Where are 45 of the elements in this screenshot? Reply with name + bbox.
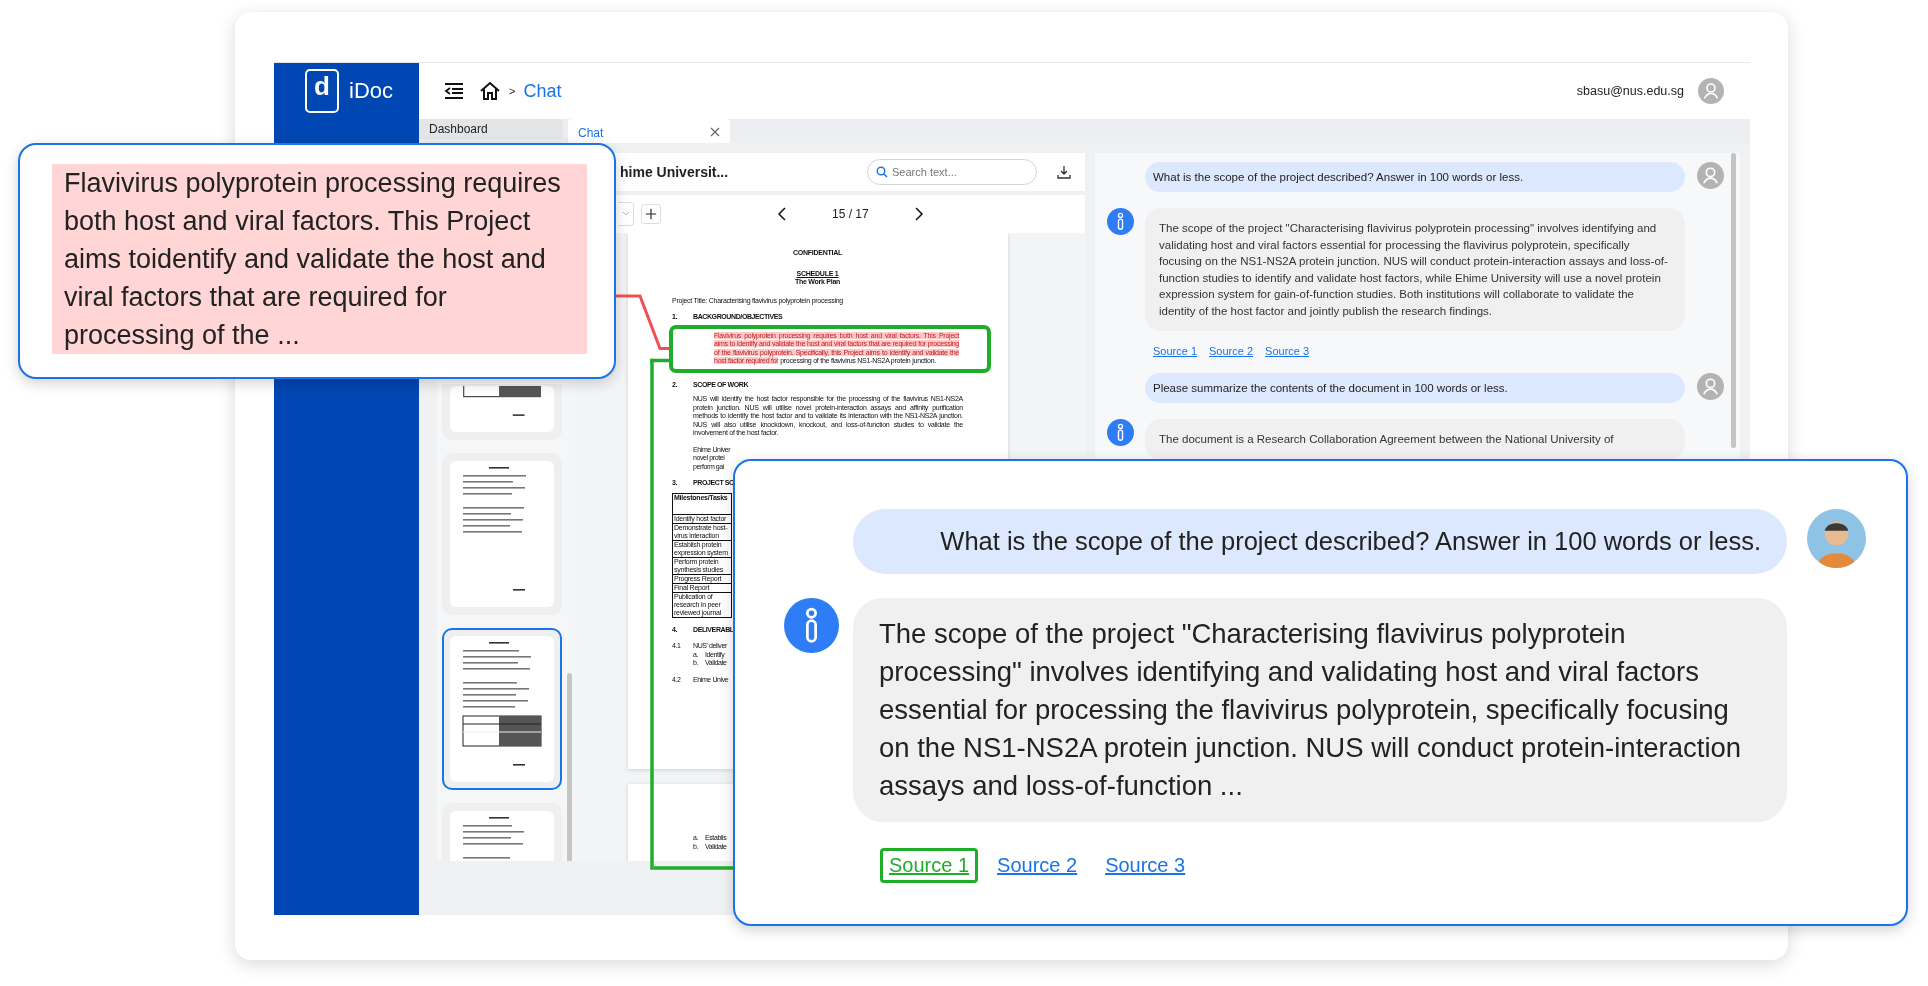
source-link[interactable]: Source 1 xyxy=(880,848,979,883)
user-message: What is the scope of the project described? Answer in 100 words or less. xyxy=(1145,162,1685,192)
assistant-message: The scope of the project "Characterising flavivirus polyprotein processing" involves identifying and validating host and viral factors essential for processing the flavivirus polyprotein, specifically focusing on the NS1-NS2A protein junction. NUS will conduct protein-interaction assays and loss-of-function ... xyxy=(853,598,1787,822)
source-link[interactable]: Source 3 xyxy=(1265,345,1310,357)
tab[interactable]: Chat xyxy=(568,119,730,143)
avatar-icon xyxy=(1697,162,1724,189)
page-indicator: 15 / 17 xyxy=(832,207,869,221)
scrollbar[interactable] xyxy=(1731,153,1736,448)
breadcrumb-link[interactable]: Chat xyxy=(523,80,562,102)
info-icon xyxy=(784,598,839,653)
info-icon xyxy=(1107,208,1134,235)
source-link[interactable]: Source 1 xyxy=(1153,345,1198,357)
download-icon[interactable] xyxy=(1057,165,1071,179)
user-message: Please summarize the contents of the document in 100 words or less. xyxy=(1145,373,1685,403)
assistant-message: The document is a Research Collaboration Agreement between the National University of xyxy=(1145,419,1685,460)
document-title: hime Universit... xyxy=(620,164,729,180)
breadcrumb-separator: > xyxy=(509,85,516,97)
menu-icon[interactable] xyxy=(443,81,465,101)
close-icon[interactable] xyxy=(710,127,720,137)
chevron-icon xyxy=(621,211,630,217)
user-email: sbasu@nus.edu.sg xyxy=(1576,84,1684,98)
page-thumbnail[interactable] xyxy=(442,628,562,790)
logo-icon: d xyxy=(305,69,339,113)
avatar xyxy=(1807,509,1866,568)
avatar-icon xyxy=(1697,373,1724,400)
zoom-in-button[interactable] xyxy=(641,204,661,224)
assistant-message: The scope of the project "Characterising flavivirus polyprotein processing" involves identifying and validating host and viral factors essential for processing the flavivirus polyprotein, specifically focusing on the NS1-NS2A protein junction. NUS will conduct protein-interaction assays and loss-of-function studies to identify and validate host factors, while Ehime University will use a novel protein expression system for gain-of-function studies. Both institutions will collaborate to validate the identity of the host factor and jointly publish the research findings. xyxy=(1145,208,1685,331)
source-link[interactable]: Source 2 xyxy=(1209,345,1254,357)
previous-page-icon[interactable] xyxy=(776,207,788,221)
source-link[interactable]: Source 2 xyxy=(988,848,1087,883)
page-thumbnail[interactable] xyxy=(442,384,562,440)
leader-line xyxy=(616,294,669,350)
search-field[interactable]: Search text... xyxy=(867,159,1037,185)
source-link[interactable]: Source 3 xyxy=(1096,848,1195,883)
search-icon xyxy=(876,166,888,178)
logo-text: iDoc xyxy=(349,78,393,104)
user-message: What is the scope of the project described? Answer in 100 words or less. xyxy=(853,509,1787,574)
avatar-icon xyxy=(1698,78,1724,104)
scrollbar[interactable] xyxy=(567,673,572,861)
home-icon[interactable] xyxy=(479,81,501,101)
page-thumbnail[interactable] xyxy=(442,453,562,615)
info-icon xyxy=(1107,419,1134,446)
tab[interactable]: Dashboard xyxy=(419,119,563,139)
highlighted-excerpt: Flavivirus polyprotein processing requires both host and viral factors. This Project aims toidentify and validate the host and viral factors that are required for processing of the ... xyxy=(52,164,587,354)
next-page-icon[interactable] xyxy=(912,207,925,221)
